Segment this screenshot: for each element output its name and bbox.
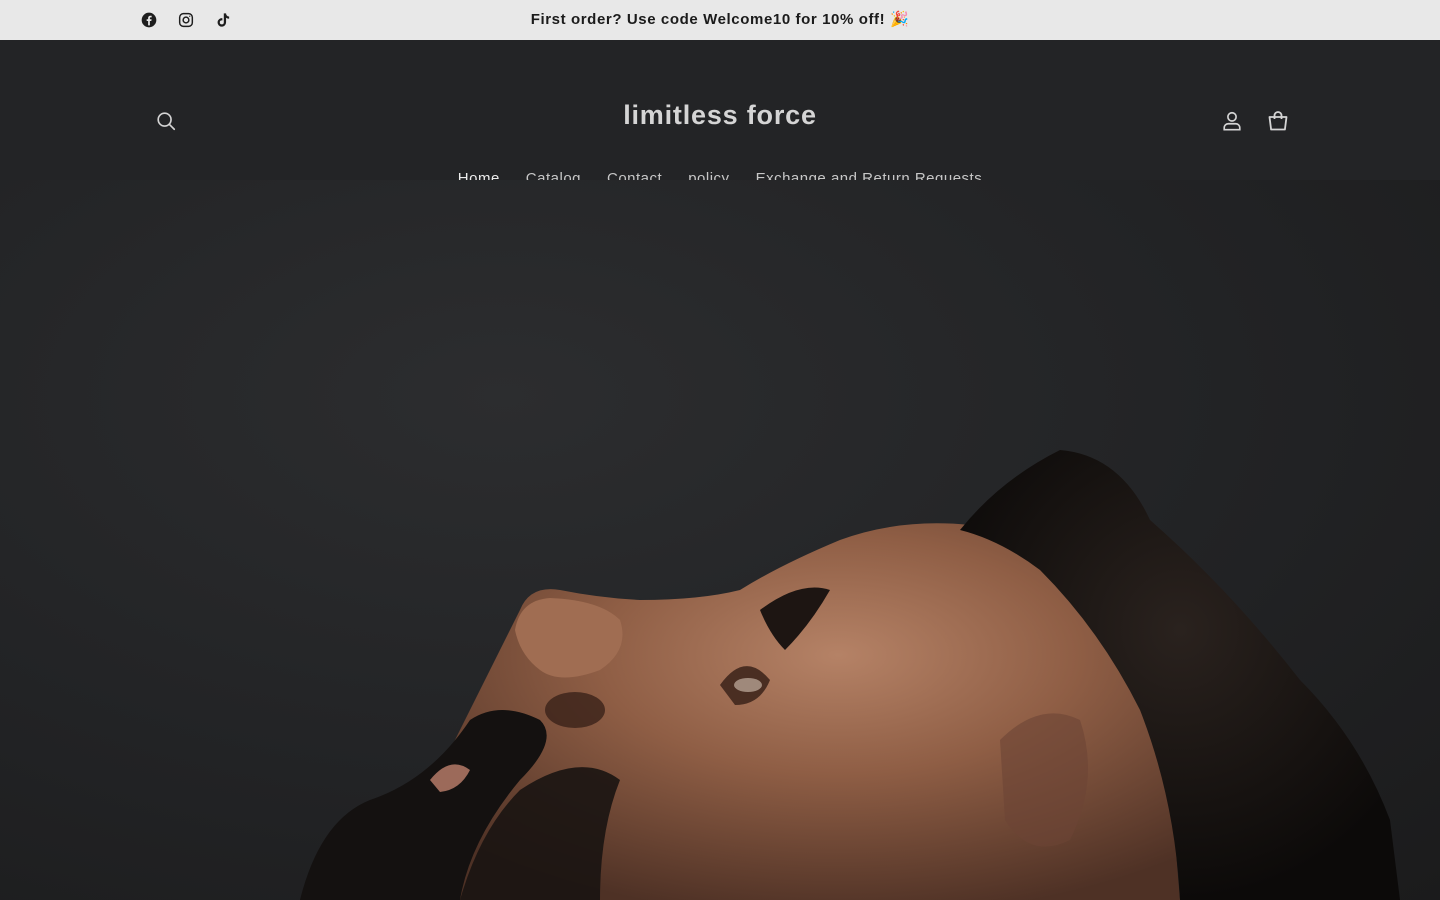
announcement-bar: First order? Use code Welcome10 for 10% …	[0, 0, 1440, 40]
announcement-text: First order? Use code Welcome10 for 10% …	[530, 11, 910, 28]
site-header: limitless force Home Catalog Contact pol…	[0, 40, 1440, 187]
cart-icon	[1266, 109, 1290, 138]
account-icon	[1221, 110, 1243, 137]
hero-banner	[0, 180, 1440, 900]
hero-image	[300, 450, 1400, 900]
account-button[interactable]	[1212, 103, 1252, 143]
cart-button[interactable]	[1258, 103, 1298, 143]
